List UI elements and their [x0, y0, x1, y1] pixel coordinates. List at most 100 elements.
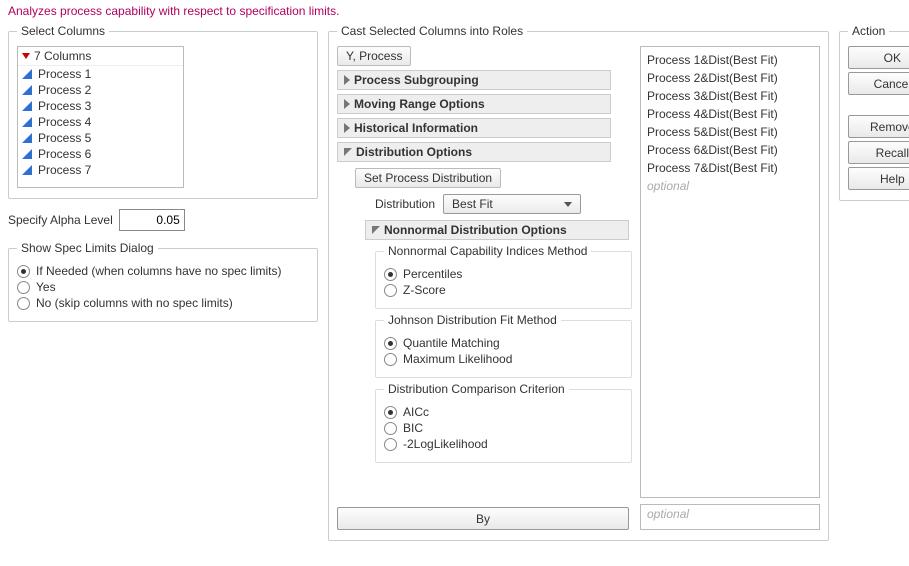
radio-icon — [17, 281, 30, 294]
columns-count-label: 7 Columns — [34, 49, 91, 63]
cap-radio-percentiles[interactable]: Percentiles — [384, 266, 623, 282]
distribution-label: Distribution — [375, 197, 435, 211]
assigned-item[interactable]: Process 2&Dist(Best Fit) — [647, 69, 813, 87]
continuous-icon — [22, 85, 32, 95]
spec-radio-no[interactable]: No (skip columns with no spec limits) — [17, 295, 309, 311]
spec-radio-if-needed[interactable]: If Needed (when columns have no spec lim… — [17, 263, 309, 279]
chevron-right-icon — [344, 75, 350, 85]
section-process-subgrouping[interactable]: Process Subgrouping — [337, 70, 611, 90]
radio-icon — [17, 265, 30, 278]
section-label: Moving Range Options — [354, 97, 485, 111]
by-role-list[interactable]: optional — [640, 504, 820, 530]
column-item[interactable]: Process 7 — [18, 162, 183, 178]
continuous-icon — [22, 133, 32, 143]
column-item[interactable]: Process 3 — [18, 98, 183, 114]
columns-listbox[interactable]: 7 Columns Process 1 Process 2 Process 3 … — [17, 46, 184, 188]
chevron-open-icon — [372, 226, 380, 234]
action-group: Action OK Cancel Remove Recall Help — [839, 24, 909, 201]
column-item[interactable]: Process 4 — [18, 114, 183, 130]
distribution-select[interactable]: Best Fit — [443, 194, 581, 214]
column-item[interactable]: Process 2 — [18, 82, 183, 98]
spec-limits-group: Show Spec Limits Dialog If Needed (when … — [8, 241, 318, 322]
column-item[interactable]: Process 5 — [18, 130, 183, 146]
collapse-icon — [22, 53, 30, 59]
criterion-radio-bic[interactable]: BIC — [384, 420, 623, 436]
radio-icon — [17, 297, 30, 310]
column-item[interactable]: Process 1 — [18, 66, 183, 82]
cap-radio-zscore[interactable]: Z-Score — [384, 282, 623, 298]
radio-icon — [384, 406, 397, 419]
chevron-right-icon — [344, 123, 350, 133]
radio-label: If Needed (when columns have no spec lim… — [36, 264, 281, 278]
criterion-legend: Distribution Comparison Criterion — [384, 382, 569, 396]
alpha-input[interactable] — [119, 209, 185, 231]
section-label: Historical Information — [354, 121, 478, 135]
johnson-radio-quantile[interactable]: Quantile Matching — [384, 335, 623, 351]
radio-label: Percentiles — [403, 267, 462, 281]
section-label: Distribution Options — [356, 145, 472, 159]
columns-count-row[interactable]: 7 Columns — [18, 47, 183, 66]
column-label: Process 2 — [38, 83, 91, 97]
recall-button[interactable]: Recall — [848, 141, 909, 164]
radio-icon — [384, 268, 397, 281]
criterion-radio-aicc[interactable]: AICc — [384, 404, 623, 420]
radio-icon — [384, 284, 397, 297]
column-item[interactable]: Process 6 — [18, 146, 183, 162]
criterion-group: Distribution Comparison Criterion AICc B… — [375, 382, 632, 463]
y-role-list[interactable]: Process 1&Dist(Best Fit) Process 2&Dist(… — [640, 46, 820, 498]
radio-label: -2LogLikelihood — [403, 437, 488, 451]
cast-roles-legend: Cast Selected Columns into Roles — [337, 24, 527, 38]
continuous-icon — [22, 101, 32, 111]
radio-label: Maximum Likelihood — [403, 352, 512, 366]
cap-method-legend: Nonnormal Capability Indices Method — [384, 244, 591, 258]
johnson-group: Johnson Distribution Fit Method Quantile… — [375, 313, 632, 378]
spec-limits-legend: Show Spec Limits Dialog — [17, 241, 158, 255]
radio-icon — [384, 337, 397, 350]
radio-label: No (skip columns with no spec limits) — [36, 296, 233, 310]
spec-radio-yes[interactable]: Yes — [17, 279, 309, 295]
section-label: Nonnormal Distribution Options — [384, 223, 567, 237]
johnson-radio-ml[interactable]: Maximum Likelihood — [384, 351, 623, 367]
optional-placeholder: optional — [647, 177, 813, 195]
action-legend: Action — [848, 24, 889, 38]
column-label: Process 7 — [38, 163, 91, 177]
chevron-open-icon — [344, 148, 352, 156]
remove-button[interactable]: Remove — [848, 115, 909, 138]
continuous-icon — [22, 149, 32, 159]
assigned-item[interactable]: Process 6&Dist(Best Fit) — [647, 141, 813, 159]
dialog-description: Analyzes process capability with respect… — [8, 4, 901, 18]
radio-icon — [384, 353, 397, 366]
by-button[interactable]: By — [337, 507, 629, 530]
column-label: Process 4 — [38, 115, 91, 129]
assigned-item[interactable]: Process 4&Dist(Best Fit) — [647, 105, 813, 123]
select-value: Best Fit — [452, 197, 493, 211]
chevron-down-icon — [564, 202, 572, 207]
assigned-item[interactable]: Process 7&Dist(Best Fit) — [647, 159, 813, 177]
column-label: Process 1 — [38, 67, 91, 81]
radio-icon — [384, 422, 397, 435]
radio-label: Yes — [36, 280, 56, 294]
column-label: Process 5 — [38, 131, 91, 145]
radio-label: BIC — [403, 421, 423, 435]
assigned-item[interactable]: Process 1&Dist(Best Fit) — [647, 51, 813, 69]
cap-method-group: Nonnormal Capability Indices Method Perc… — [375, 244, 632, 309]
assigned-item[interactable]: Process 5&Dist(Best Fit) — [647, 123, 813, 141]
chevron-right-icon — [344, 99, 350, 109]
select-columns-group: Select Columns 7 Columns Process 1 Proce… — [8, 24, 318, 199]
section-distribution-options[interactable]: Distribution Options — [337, 142, 611, 162]
select-columns-legend: Select Columns — [17, 24, 109, 38]
y-process-button[interactable]: Y, Process — [337, 46, 411, 66]
section-label: Process Subgrouping — [354, 73, 479, 87]
alpha-label: Specify Alpha Level — [8, 213, 113, 227]
section-nonnormal-options[interactable]: Nonnormal Distribution Options — [365, 220, 629, 240]
criterion-radio-2ll[interactable]: -2LogLikelihood — [384, 436, 623, 452]
cancel-button[interactable]: Cancel — [848, 72, 909, 95]
ok-button[interactable]: OK — [848, 46, 909, 69]
set-process-distribution-button[interactable]: Set Process Distribution — [355, 168, 501, 188]
section-historical[interactable]: Historical Information — [337, 118, 611, 138]
help-button[interactable]: Help — [848, 167, 909, 190]
radio-label: Quantile Matching — [403, 336, 500, 350]
section-moving-range[interactable]: Moving Range Options — [337, 94, 611, 114]
cast-roles-group: Cast Selected Columns into Roles Y, Proc… — [328, 24, 829, 541]
assigned-item[interactable]: Process 3&Dist(Best Fit) — [647, 87, 813, 105]
